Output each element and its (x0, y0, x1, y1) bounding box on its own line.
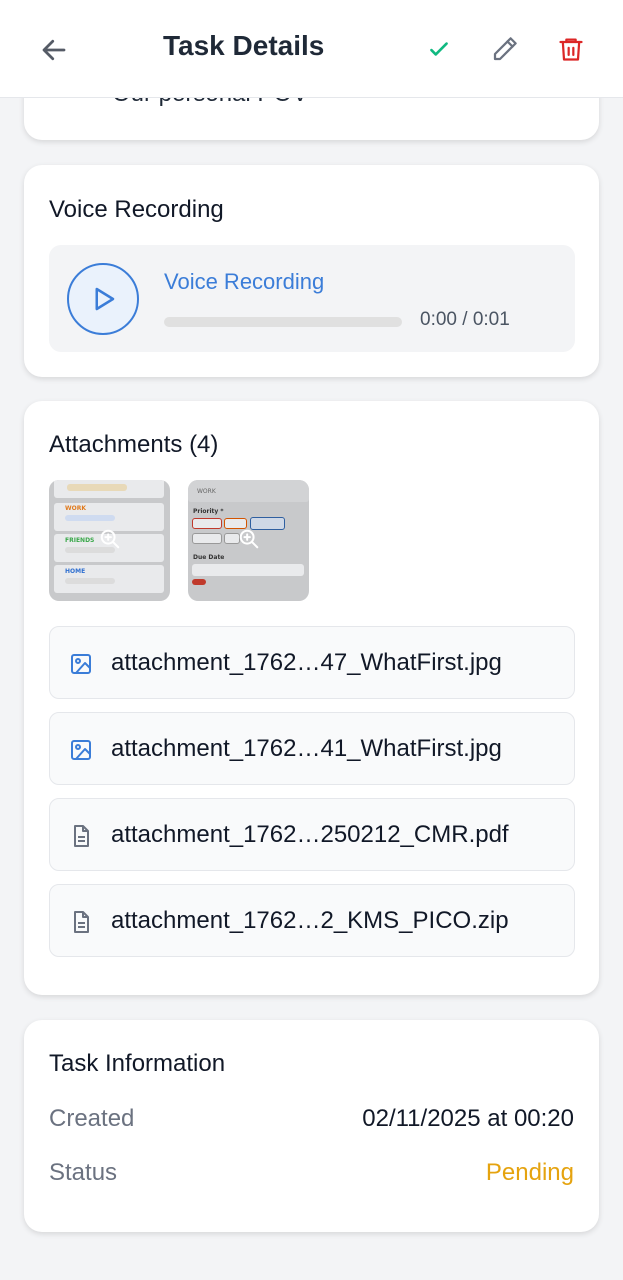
created-label: Created (49, 1105, 135, 1132)
document-icon (74, 911, 89, 933)
attachment-file-name: attachment_1762…2_KMS_PICO.zip (111, 907, 509, 934)
status-label: Status (49, 1159, 118, 1186)
attachments-card: Attachments (4) WORK FRIENDS HOME WORK P… (24, 401, 599, 995)
attachment-file-name: attachment_1762…250212_CMR.pdf (111, 821, 509, 848)
task-information-card: Task Information Created 02/11/2025 at 0… (24, 1020, 599, 1232)
attachments-section-title: Attachments (4) (49, 431, 219, 458)
attachment-thumbnail[interactable]: WORK Priority * Due Date (188, 480, 309, 601)
status-value: Pending (485, 1159, 574, 1186)
attachment-file-name: attachment_1762…47_WhatFirst.jpg (111, 649, 502, 676)
edit-button[interactable] (485, 30, 525, 68)
attachment-file-row[interactable]: attachment_1762…41_WhatFirst.jpg (49, 712, 575, 785)
zoom-in-icon (100, 529, 120, 549)
audio-player: Voice Recording 0:00 / 0:01 (49, 245, 575, 352)
zoom-in-icon (239, 529, 259, 549)
attachment-file-row[interactable]: attachment_1762…250212_CMR.pdf (49, 798, 575, 871)
attachment-file-name: attachment_1762…41_WhatFirst.jpg (111, 735, 502, 762)
image-icon (71, 740, 91, 760)
voice-section-title: Voice Recording (49, 196, 224, 223)
recording-label: Voice Recording (164, 269, 325, 294)
document-icon (74, 825, 89, 847)
image-icon (71, 654, 91, 674)
play-button[interactable] (67, 263, 139, 335)
page-title: Task Details (163, 30, 325, 61)
check-icon (430, 42, 448, 56)
pencil-icon (493, 37, 517, 61)
complete-button[interactable] (419, 30, 459, 68)
attachment-file-row[interactable]: attachment_1762…47_WhatFirst.jpg (49, 626, 575, 699)
play-icon (95, 287, 115, 311)
attachment-file-row[interactable]: attachment_1762…2_KMS_PICO.zip (49, 884, 575, 957)
audio-progress-bar[interactable] (164, 317, 402, 327)
created-value: 02/11/2025 at 00:20 (362, 1105, 574, 1132)
back-button[interactable] (34, 32, 74, 68)
info-section-title: Task Information (49, 1050, 226, 1077)
trash-icon (559, 38, 583, 61)
voice-recording-card: Voice Recording Voice Recording 0:00 / 0… (24, 165, 599, 377)
arrow-left-icon (42, 39, 66, 61)
audio-time: 0:00 / 0:01 (420, 309, 510, 330)
app-bar: Task Details (0, 0, 623, 98)
delete-button[interactable] (551, 30, 591, 68)
attachment-thumbnail[interactable]: WORK FRIENDS HOME (49, 480, 170, 601)
